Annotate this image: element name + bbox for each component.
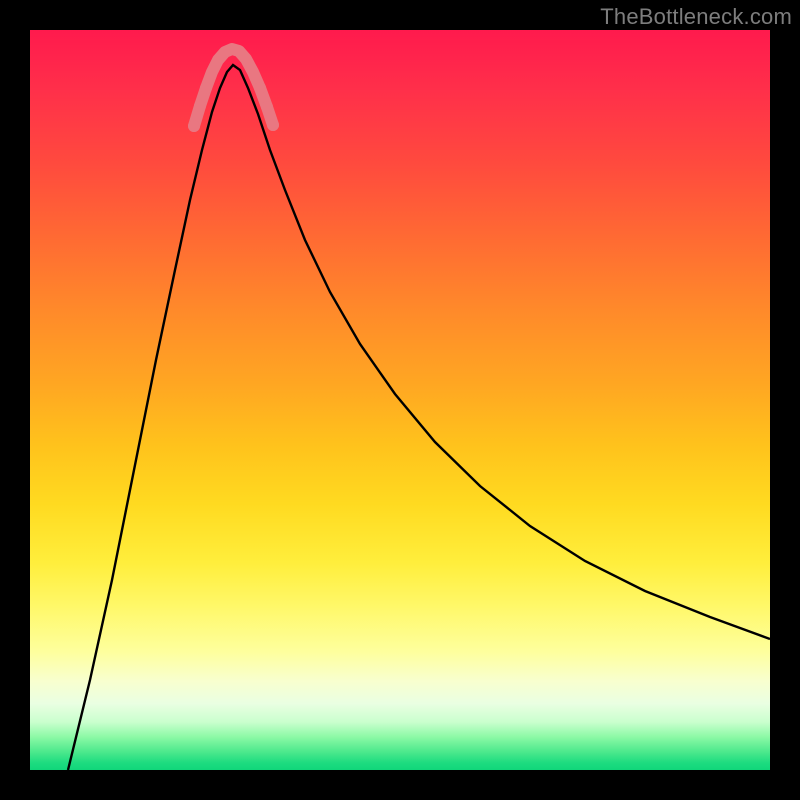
frame: TheBottleneck.com: [0, 0, 800, 800]
pink-bottom-marker-dot: [194, 100, 206, 112]
black-curve: [68, 65, 770, 770]
watermark-text: TheBottleneck.com: [600, 4, 792, 30]
plot-area: [30, 30, 770, 770]
pink-bottom-marker-dot: [200, 82, 212, 94]
pink-bottom-marker-dot: [254, 82, 266, 94]
pink-bottom-marker-dot: [261, 101, 273, 113]
chart-lines: [30, 30, 770, 770]
pink-bottom-marker-dot: [188, 120, 200, 132]
pink-bottom-marker-dot: [267, 119, 279, 131]
